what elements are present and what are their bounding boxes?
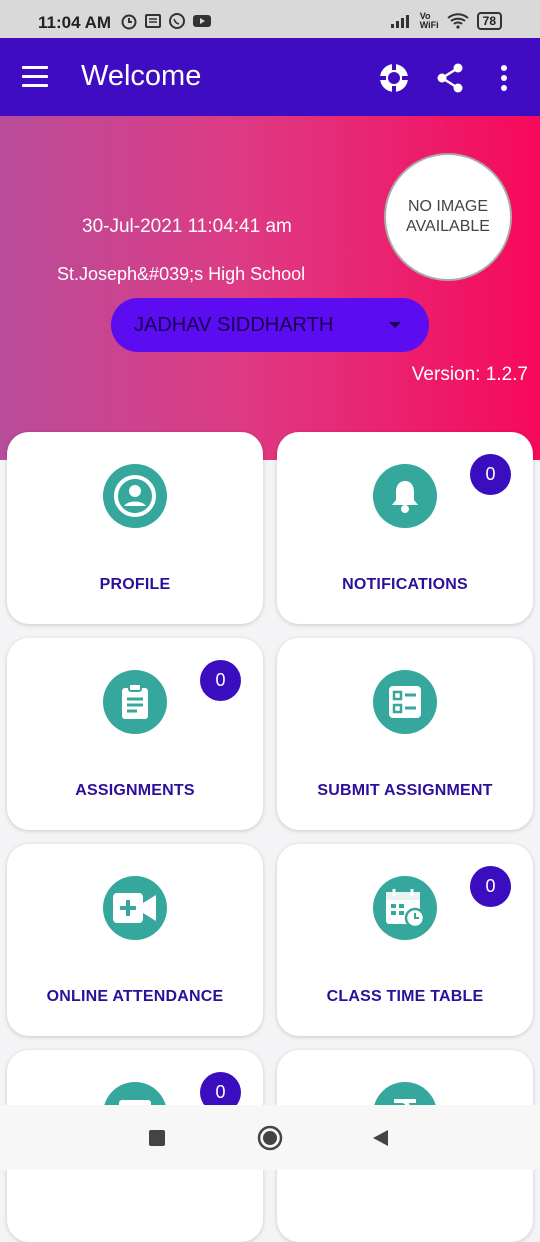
chevron-down-icon — [389, 322, 401, 328]
share-icon[interactable] — [434, 62, 466, 94]
checklist-icon — [373, 670, 437, 734]
youtube-icon — [193, 15, 211, 27]
battery-indicator: 78 — [476, 12, 502, 30]
student-select[interactable]: JADHAV SIDDHARTH — [111, 298, 429, 352]
bell-icon — [373, 464, 437, 528]
card-label: PROFILE — [99, 576, 171, 593]
card-label: ASSIGNMENTS — [75, 782, 195, 799]
status-system-icons: Vo WiFi 78 — [390, 12, 502, 30]
card-notifications[interactable]: 0 NOTIFICATIONS — [277, 432, 533, 624]
avatar-placeholder-text: NO IMAGE AVAILABLE — [406, 198, 490, 235]
back-button[interactable] — [370, 1128, 390, 1148]
student-select-value: JADHAV SIDDHARTH — [134, 313, 334, 336]
status-bar: 11:04 AM Vo WiFi 78 — [0, 0, 540, 38]
home-button[interactable] — [257, 1125, 283, 1151]
school-name: St.Joseph&#039;s High School — [57, 264, 306, 284]
profile-header: 30-Jul-2021 11:04:41 am St.Joseph&#039;s… — [0, 116, 540, 460]
calendar-clock-icon — [373, 876, 437, 940]
help-icon[interactable] — [378, 62, 410, 94]
status-time: 11:04 AM — [38, 13, 112, 32]
signal-icon — [390, 15, 409, 28]
alarm-icon — [121, 14, 137, 30]
card-label: CLASS TIME TABLE — [326, 988, 484, 1005]
message-icon — [145, 14, 161, 28]
more-icon[interactable] — [490, 62, 518, 94]
clipboard-icon — [103, 670, 167, 734]
page-title: Welcome — [81, 60, 202, 92]
card-profile[interactable]: PROFILE — [7, 432, 263, 624]
wifi-icon — [447, 13, 469, 29]
recents-button[interactable] — [148, 1129, 166, 1147]
card-online-attendance[interactable]: ONLINE ATTENDANCE — [7, 844, 263, 1036]
card-assignments[interactable]: 0 ASSIGNMENTS — [7, 638, 263, 830]
notification-count-badge: 0 — [470, 454, 511, 495]
card-label: SUBMIT ASSIGNMENT — [317, 782, 493, 799]
card-label: ONLINE ATTENDANCE — [46, 988, 224, 1005]
current-datetime: 30-Jul-2021 11:04:41 am — [82, 216, 292, 237]
volte-icon: Vo WiFi — [419, 11, 439, 30]
card-class-time-table[interactable]: 0 CLASS TIME TABLE — [277, 844, 533, 1036]
status-notification-icons — [120, 12, 212, 30]
whatsapp-icon — [169, 13, 185, 29]
menu-icon[interactable] — [22, 66, 48, 88]
app-version: Version: 1.2.7 — [411, 364, 528, 385]
system-nav-bar — [0, 1105, 540, 1170]
card-label: NOTIFICATIONS — [342, 576, 468, 593]
app-bar: Welcome — [0, 38, 540, 116]
profile-icon — [103, 464, 167, 528]
card-submit-assignment[interactable]: SUBMIT ASSIGNMENT — [277, 638, 533, 830]
avatar[interactable]: NO IMAGE AVAILABLE — [384, 153, 512, 281]
assignment-count-badge: 0 — [200, 660, 241, 701]
video-add-icon — [103, 876, 167, 940]
timetable-count-badge: 0 — [470, 866, 511, 907]
